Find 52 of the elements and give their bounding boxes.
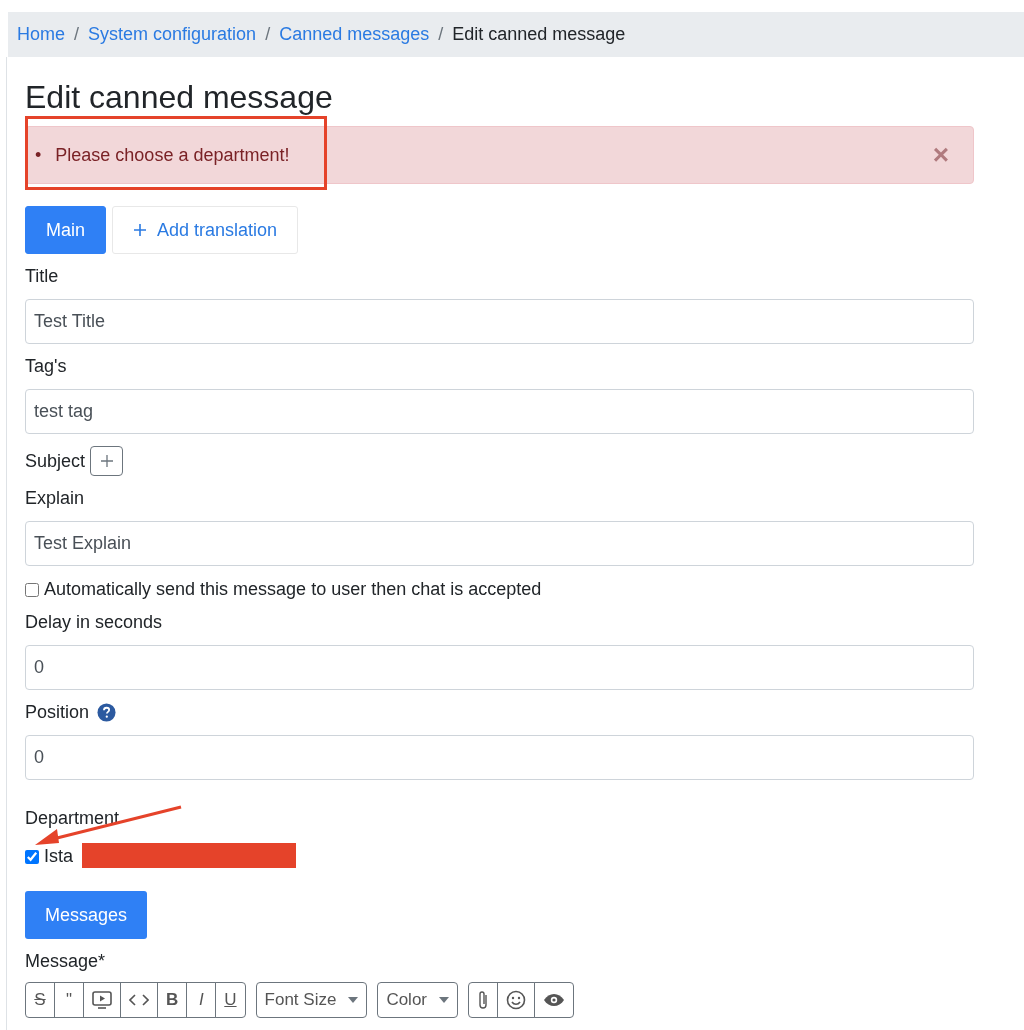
add-button[interactable] — [90, 446, 124, 476]
bold-button[interactable]: B — [157, 982, 188, 1018]
plus-icon — [99, 454, 114, 468]
error-message: Please choose a department! — [55, 144, 290, 167]
checkbox[interactable] — [25, 849, 39, 864]
caret-icon — [439, 997, 449, 1003]
checkbox[interactable] — [25, 582, 39, 597]
strike-button[interactable]: S — [25, 982, 55, 1018]
field-label: Title — [25, 265, 59, 287]
field-label: Delay in seconds — [25, 611, 163, 633]
breadcrumb-link[interactable]: System configuration — [88, 24, 257, 45]
italic-button[interactable]: I — [186, 982, 217, 1018]
field-label: Explain — [25, 487, 85, 509]
caret-icon — [348, 997, 359, 1003]
text-field[interactable]: Test Explain — [25, 521, 974, 566]
quote-button[interactable]: " — [54, 982, 84, 1018]
field-label: Position — [25, 701, 90, 723]
emoji-button[interactable] — [497, 982, 535, 1018]
field-label: Tag's — [25, 355, 67, 377]
tab[interactable]: Main — [25, 206, 106, 254]
page-title: Edit canned message — [25, 78, 334, 115]
field-label: Subject — [25, 450, 86, 472]
field-label: Message* — [25, 951, 107, 972]
underline-button[interactable]: U — [215, 982, 246, 1018]
text-field[interactable]: test tag — [25, 389, 974, 434]
code-button[interactable] — [120, 982, 158, 1018]
bullet: • — [35, 144, 42, 167]
breadcrumb-current: Edit canned message — [452, 24, 626, 45]
text-field[interactable]: 0 — [25, 645, 974, 690]
text-field[interactable]: Test Title — [25, 299, 974, 344]
code-icon — [129, 993, 149, 1007]
breadcrumb-separator: / — [74, 24, 80, 45]
tab[interactable]: Add translation — [112, 206, 299, 254]
video-icon — [92, 991, 112, 1009]
messages-button[interactable]: Messages — [25, 891, 148, 939]
eye-icon — [543, 993, 565, 1007]
breadcrumb-separator: / — [265, 24, 271, 45]
video-button[interactable] — [83, 982, 121, 1018]
paperclip-icon — [477, 990, 489, 1010]
breadcrumb-link[interactable]: Home — [17, 24, 65, 45]
field-label: Department — [25, 808, 120, 828]
checkbox-label: Automatically send this message to user then chat is accepted — [44, 579, 542, 600]
breadcrumb-separator: / — [438, 24, 444, 45]
checkbox-label: Ista — [44, 846, 73, 867]
preview-button[interactable] — [534, 982, 574, 1018]
help-icon[interactable] — [97, 702, 117, 722]
attach-button[interactable] — [468, 982, 498, 1018]
text-field[interactable]: 0 — [25, 735, 974, 780]
dropdown-button[interactable]: Font Size — [255, 982, 368, 1018]
smiley-icon — [506, 990, 526, 1010]
breadcrumb-link[interactable]: Canned messages — [279, 24, 430, 45]
dropdown-button[interactable]: Color — [377, 982, 458, 1018]
